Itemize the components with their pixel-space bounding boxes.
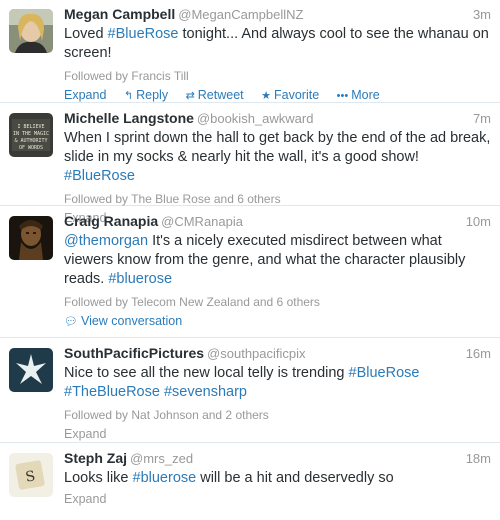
avatar-image: S [9,453,53,497]
tweet-item[interactable]: Craig Ranapia @CMRanapia 10m @themorgan I… [0,207,500,338]
favorite-button[interactable]: ★ Favorite [261,88,319,104]
hashtag-link[interactable]: #BlueRose [108,26,179,42]
tweet-text-part: Looks like [64,470,133,486]
followed-by-text: Followed by The Blue Rose and 6 others [64,192,281,206]
svg-text:& AUTHORITY: & AUTHORITY [14,138,47,144]
svg-text:OF WORDS: OF WORDS [19,145,43,151]
view-conversation-link[interactable]: 💬︎ View conversation [64,314,491,330]
hashtag-link[interactable]: #bluerose [133,470,197,486]
tweet-text-part: When I sprint down the hall to get back … [64,130,491,165]
tweet-author-handle[interactable]: @southpacificpix [207,346,305,361]
conversation-icon: 💬︎ [64,316,78,328]
retweet-icon: ⇄ [185,90,195,102]
hashtag-link[interactable]: #bluerose [108,271,172,287]
tweet-timestamp[interactable]: 7m [473,110,491,127]
retweet-button[interactable]: ⇄ Retweet [186,88,244,104]
tweet-text-part: will be a hit and deservedly so [196,470,394,486]
view-conversation-label: View conversation [80,314,183,328]
tweet-timestamp[interactable]: 16m [466,345,491,362]
tweet-item[interactable]: S Steph Zaj @mrs_zed 18m Looks like #blue… [0,444,500,520]
tweet-text: Nice to see all the new local telly is t… [64,364,491,402]
avatar-image [9,216,53,260]
tweet-author-name[interactable]: Craig Ranapia [64,213,158,229]
reply-icon: ↰ [123,90,134,102]
more-label: More [351,88,380,102]
followed-by-text: Followed by Francis Till [64,69,189,83]
tweet-author-name[interactable]: Megan Campbell [64,6,175,22]
svg-text:IN THE MAGIC: IN THE MAGIC [13,131,49,137]
followed-by-text: Followed by Nat Johnson and 2 others [64,408,269,422]
avatar-image [9,348,53,392]
tweet-timestamp[interactable]: 3m [473,6,491,23]
tweet-timeline: Megan Campbell @MeganCampbellNZ 3m Loved … [0,0,500,520]
avatar-michelle[interactable]: I BELIEVE IN THE MAGIC & AUTHORITY OF WO… [9,113,53,157]
tweet-author-name[interactable]: Michelle Langstone [64,110,194,126]
followed-by-text: Followed by Telecom New Zealand and 6 ot… [64,295,320,309]
tweet-text-part: Nice to see all the new local telly is t… [64,365,349,381]
favorite-label: Favorite [274,88,320,102]
reply-button[interactable]: ↰ Reply [124,88,168,104]
tweet-author-handle[interactable]: @mrs_zed [130,451,193,466]
hashtag-link[interactable]: #BlueRose [64,168,135,184]
avatar-image [9,9,53,53]
expand-link[interactable]: Expand [64,492,491,507]
tweet-author-handle[interactable]: @MeganCampbellNZ [178,7,303,22]
tweet-text: When I sprint down the hall to get back … [64,129,491,186]
avatar-craig[interactable] [9,216,53,260]
expand-link[interactable]: Expand [64,88,106,103]
more-icon: ••• [336,90,349,102]
tweet-author-handle[interactable]: @CMRanapia [161,214,243,229]
tweet-item[interactable]: I BELIEVE IN THE MAGIC & AUTHORITY OF WO… [0,104,500,225]
tweet-item[interactable]: Megan Campbell @MeganCampbellNZ 3m Loved … [0,0,500,103]
tweet-timestamp[interactable]: 18m [466,450,491,467]
avatar-southpacific[interactable] [9,348,53,392]
tweet-timestamp[interactable]: 10m [466,213,491,230]
svg-text:I BELIEVE: I BELIEVE [17,124,44,130]
mention-link[interactable]: @themorgan [64,233,148,249]
more-button[interactable]: ••• More [337,88,380,104]
tweet-actions: Expand ↰ Reply ⇄ Retweet ★ Favorite ••• More [64,88,491,104]
tweet-text: Loved #BlueRose tonight... And always co… [64,25,491,63]
tweet-text: Looks like #bluerose will be a hit and d… [64,469,491,488]
favorite-icon: ★ [261,90,271,102]
tweet-author-name[interactable]: Steph Zaj [64,450,127,466]
avatar-megan[interactable] [9,9,53,53]
reply-label: Reply [136,88,169,102]
tweet-item[interactable]: SouthPacificPictures @southpacificpix 16m… [0,339,500,443]
tweet-text: @themorgan It's a nicely executed misdir… [64,232,491,289]
tweet-author-handle[interactable]: @bookish_awkward [197,111,314,126]
tweet-text-part: Loved [64,26,108,42]
tweet-author-name[interactable]: SouthPacificPictures [64,345,204,361]
expand-link[interactable]: Expand [64,427,491,442]
avatar-steph[interactable]: S [9,453,53,497]
avatar-image: I BELIEVE IN THE MAGIC & AUTHORITY OF WO… [9,113,53,157]
retweet-label: Retweet [197,88,244,102]
